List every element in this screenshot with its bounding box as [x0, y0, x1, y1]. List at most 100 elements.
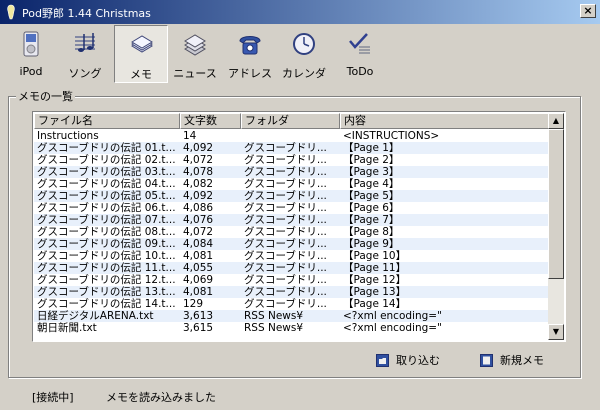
tab-label: ニュース — [173, 67, 217, 80]
cell-content: 【Page 5】 — [343, 190, 400, 202]
import-button-label: 取り込む — [396, 354, 440, 367]
tab-memo[interactable]: メモ — [114, 25, 168, 83]
cell-filename: グスコーブドリの伝記 08.t... — [37, 226, 176, 238]
cell-filename: Instructions — [37, 130, 99, 142]
scroll-down-icon[interactable]: ▼ — [548, 324, 564, 340]
cell-content: <?xml encoding=" — [343, 322, 442, 334]
cell-folder: RSS News¥ — [244, 310, 304, 322]
cell-charcount: 4,076 — [183, 214, 214, 226]
status-message: メモを読み込みました — [106, 391, 216, 404]
cell-folder: グスコーブドリ... — [244, 238, 327, 250]
cell-folder: グスコーブドリ... — [244, 226, 327, 238]
cell-folder: グスコーブドリ... — [244, 154, 327, 166]
cell-content: 【Page 9】 — [343, 238, 400, 250]
cell-folder: RSS News¥ — [244, 322, 304, 334]
scroll-up-icon[interactable]: ▲ — [548, 113, 564, 129]
cell-folder: グスコーブドリ... — [244, 142, 327, 154]
table-row[interactable]: グスコーブドリの伝記 12.t... 4,069 グスコーブドリ... 【Page 1… — [34, 274, 549, 286]
cell-filename: グスコーブドリの伝記 13.t... — [37, 286, 176, 298]
cell-filename: グスコーブドリの伝記 09.t... — [37, 238, 176, 250]
tab-ipod[interactable]: iPod — [4, 25, 58, 83]
cell-charcount: 4,078 — [183, 166, 214, 178]
cell-content: 【Page 6】 — [343, 202, 400, 214]
cell-charcount: 4,081 — [183, 250, 214, 262]
tab-label: カレンダ — [282, 67, 326, 80]
table-row[interactable]: グスコーブドリの伝記 01.t... 4,092 グスコーブドリ... 【Page 1… — [34, 142, 549, 154]
phone-icon — [239, 36, 261, 55]
tab-label: iPod — [19, 65, 43, 78]
cell-folder: グスコーブドリ... — [244, 190, 327, 202]
cell-folder: グスコーブドリ... — [244, 250, 327, 262]
cell-charcount: 14 — [183, 130, 197, 142]
cell-charcount: 4,082 — [183, 178, 214, 190]
ipod-icon — [23, 31, 39, 57]
cell-folder: グスコーブドリ... — [244, 298, 327, 310]
tab-news[interactable]: ニュース — [168, 25, 222, 83]
cell-folder: グスコーブドリ... — [244, 178, 327, 190]
column-header-folder[interactable]: フォルダ — [241, 113, 340, 129]
memo-list-label: メモの一覧 — [16, 88, 75, 104]
cell-filename: 朝日新聞.txt — [37, 322, 97, 334]
music-icon — [75, 33, 95, 52]
cell-charcount: 4,086 — [183, 202, 214, 214]
ipod-app-icon — [7, 4, 15, 20]
column-header-charcount[interactable]: 文字数 — [180, 113, 241, 129]
scroll-thumb[interactable] — [548, 129, 564, 279]
table-row[interactable]: グスコーブドリの伝記 05.t... 4,092 グスコーブドリ... 【Page 5… — [34, 190, 549, 202]
cell-content: 【Page 8】 — [343, 226, 400, 238]
cell-folder: グスコーブドリ... — [244, 202, 327, 214]
table-row[interactable]: 朝日新聞.txt 3,615 RSS News¥ <?xml encoding=" — [34, 322, 549, 334]
table-row[interactable]: 日経デジタルARENA.txt 3,613 RSS News¥ <?xml encod… — [34, 310, 549, 322]
column-header-content[interactable]: 内容 — [340, 113, 549, 129]
cell-content: 【Page 3】 — [343, 166, 400, 178]
cell-charcount: 4,092 — [183, 142, 214, 154]
news-icon — [184, 34, 206, 56]
table-row[interactable]: グスコーブドリの伝記 08.t... 4,072 グスコーブドリ... 【Page 8… — [34, 226, 549, 238]
connection-status: [接続中] — [32, 391, 74, 404]
cell-filename: グスコーブドリの伝記 04.t... — [37, 178, 176, 190]
cell-folder — [241, 130, 340, 142]
cell-folder: グスコーブドリ... — [244, 262, 327, 274]
cell-filename: グスコーブドリの伝記 05.t... — [37, 190, 176, 202]
memo-icon — [131, 35, 153, 53]
cell-filename: グスコーブドリの伝記 03.t... — [37, 166, 176, 178]
tab-todo[interactable]: ToDo — [333, 25, 387, 83]
cell-filename: グスコーブドリの伝記 14.t... — [37, 298, 176, 310]
table-row[interactable]: グスコーブドリの伝記 10.t... 4,081 グスコーブドリ... 【Page 1… — [34, 250, 549, 262]
cell-content: <?xml encoding=" — [343, 310, 442, 322]
cell-charcount: 4,072 — [183, 226, 214, 238]
cell-charcount: 4,055 — [183, 262, 214, 274]
tab-address[interactable]: アドレス — [223, 25, 277, 83]
table-row[interactable]: グスコーブドリの伝記 06.t... 4,086 グスコーブドリ... 【Page 6… — [34, 202, 549, 214]
table-row[interactable]: Instructions 14 <INSTRUCTIONS> — [34, 130, 549, 142]
tab-label: メモ — [130, 68, 152, 81]
table-row[interactable]: グスコーブドリの伝記 03.t... 4,078 グスコーブドリ... 【Page 3… — [34, 166, 549, 178]
cell-charcount: 129 — [183, 298, 204, 310]
cell-filename: グスコーブドリの伝記 11.t... — [37, 262, 176, 274]
cell-charcount: 3,615 — [183, 322, 214, 334]
table-row[interactable]: グスコーブドリの伝記 07.t... 4,076 グスコーブドリ... 【Page 7… — [34, 214, 549, 226]
toolbar: iPod ソング メモ ニュース アドレス カレンダ ToDo — [0, 24, 600, 84]
import-button[interactable]: 取り込む — [376, 350, 456, 372]
tab-song[interactable]: ソング — [58, 25, 112, 83]
cell-content: 【Page 14】 — [343, 298, 407, 310]
table-row[interactable]: グスコーブドリの伝記 13.t... 4,081 グスコーブドリ... 【Page 1… — [34, 286, 549, 298]
folder-import-icon — [376, 354, 389, 367]
vertical-scrollbar[interactable]: ▲ ▼ — [548, 113, 564, 340]
new-memo-button[interactable]: 新規メモ — [480, 350, 570, 372]
table-row[interactable]: グスコーブドリの伝記 14.t... 129 グスコーブドリ... 【Page 14】 — [34, 298, 549, 310]
table-body: ファイル名 文字数 フォルダ 内容 Instructions 14 <INSTRUC… — [34, 113, 549, 340]
memo-table[interactable]: ファイル名 文字数 フォルダ 内容 Instructions 14 <INSTRUC… — [32, 111, 566, 342]
cell-charcount: 4,084 — [183, 238, 214, 250]
window-title: Pod野郎 1.44 Christmas — [22, 7, 151, 20]
table-row[interactable]: グスコーブドリの伝記 02.t... 4,072 グスコーブドリ... 【Page 2… — [34, 154, 549, 166]
column-header-filename[interactable]: ファイル名 — [34, 113, 180, 129]
close-button[interactable]: × — [580, 4, 596, 18]
status-bar: [接続中] メモを読み込みました — [0, 386, 600, 410]
tab-calendar[interactable]: カレンダ — [277, 25, 331, 83]
table-row[interactable]: グスコーブドリの伝記 04.t... 4,082 グスコーブドリ... 【Page 4… — [34, 178, 549, 190]
table-row[interactable]: グスコーブドリの伝記 09.t... 4,084 グスコーブドリ... 【Page 9… — [34, 238, 549, 250]
cell-content: <INSTRUCTIONS> — [343, 130, 440, 142]
cell-content: 【Page 4】 — [343, 178, 400, 190]
table-row[interactable]: グスコーブドリの伝記 11.t... 4,055 グスコーブドリ... 【Page 1… — [34, 262, 549, 274]
